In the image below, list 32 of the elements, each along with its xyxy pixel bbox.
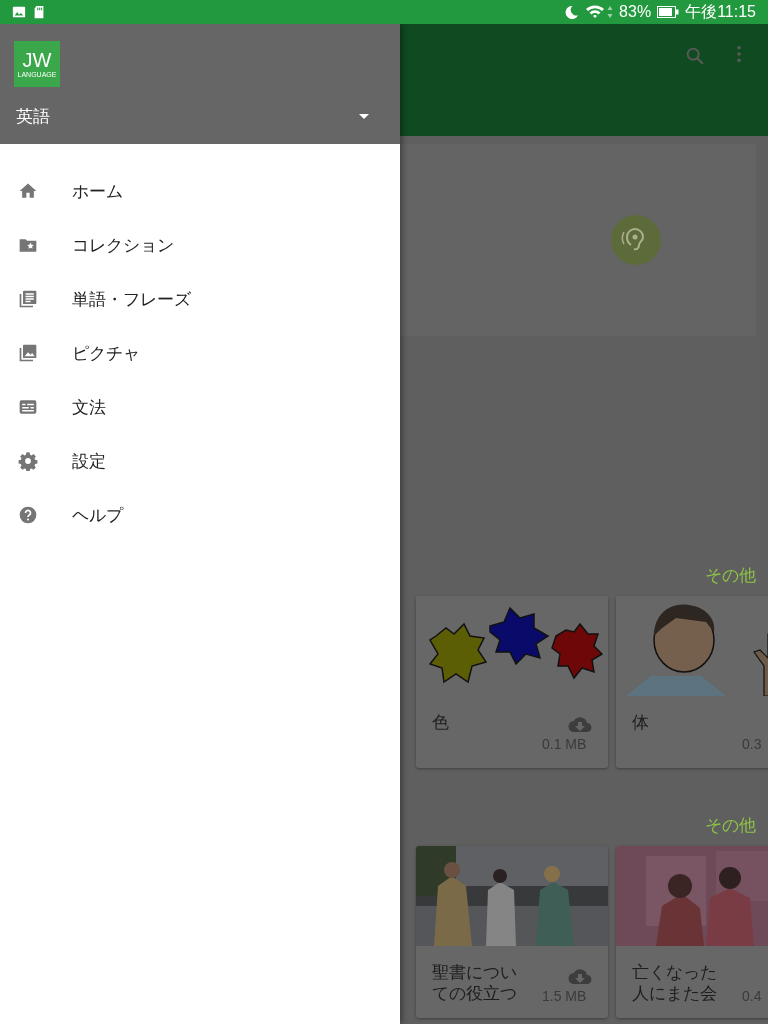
drawer-menu-item[interactable]: 文法 bbox=[0, 380, 400, 434]
drawer-menu-item[interactable]: ホーム bbox=[0, 164, 400, 218]
drawer-menu-item[interactable]: 単語・フレーズ bbox=[0, 272, 400, 326]
search-icon[interactable] bbox=[684, 45, 706, 67]
cloud-download-icon[interactable] bbox=[568, 968, 592, 986]
battery-icon bbox=[657, 6, 680, 18]
data-arrows-icon bbox=[607, 4, 614, 20]
card-title: 聖書についての役立つ bbox=[432, 962, 518, 1004]
help-icon bbox=[18, 505, 38, 525]
drawer-menu-item[interactable]: 設定 bbox=[0, 434, 400, 488]
photo-library-icon bbox=[18, 343, 38, 363]
drawer-menu-item[interactable]: コレクション bbox=[0, 218, 400, 272]
card-title: 体 bbox=[632, 712, 650, 734]
ear-icon[interactable] bbox=[611, 215, 661, 265]
library-icon bbox=[18, 289, 38, 309]
dropdown-caret-icon bbox=[359, 114, 369, 119]
battery-percent: 83% bbox=[619, 3, 652, 21]
language-dropdown[interactable]: 英語 bbox=[14, 101, 386, 132]
drawer-menu-item[interactable]: ヘルプ bbox=[0, 488, 400, 542]
cloud-download-icon[interactable] bbox=[568, 716, 592, 734]
image-icon bbox=[12, 5, 26, 19]
moon-icon bbox=[564, 4, 580, 20]
card-title: 色 bbox=[432, 712, 450, 734]
sd-card-icon bbox=[32, 5, 46, 19]
more-options-icon[interactable] bbox=[736, 45, 742, 63]
wifi-icon bbox=[585, 4, 606, 20]
home-icon bbox=[18, 181, 38, 201]
clock: 午後11:15 bbox=[685, 1, 756, 22]
settings-icon bbox=[18, 451, 38, 471]
subtitles-icon bbox=[18, 397, 38, 417]
card-title: 亡くなった人にまた会 bbox=[632, 962, 718, 1004]
drawer-menu-item[interactable]: ピクチャ bbox=[0, 326, 400, 380]
